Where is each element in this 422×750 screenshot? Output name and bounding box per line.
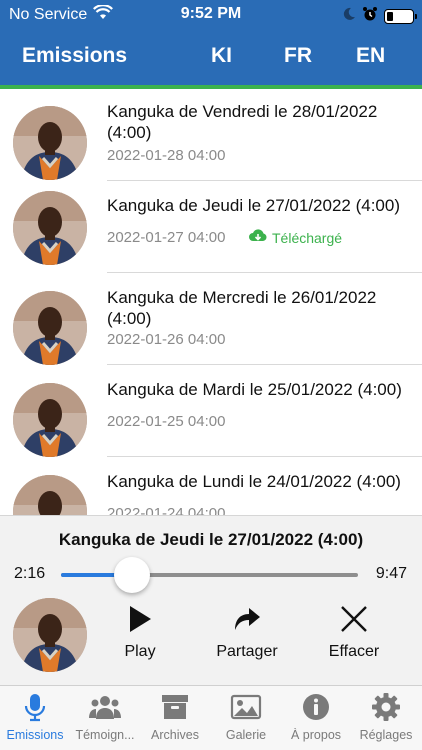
episode-title: Kanguka de Mardi le 25/01/2022 (4:00) bbox=[107, 380, 402, 399]
archive-box-icon bbox=[140, 692, 210, 722]
info-icon bbox=[281, 692, 351, 722]
play-icon bbox=[100, 604, 180, 634]
list-item[interactable]: Kanguka de Lundi le 24/01/2022 (4:00) 20… bbox=[0, 457, 422, 515]
tab-label: À propos bbox=[290, 728, 342, 742]
episode-date: 2022-01-25 04:00 bbox=[107, 413, 226, 430]
people-icon bbox=[70, 692, 140, 722]
battery-level bbox=[387, 12, 393, 21]
tab-label: Galerie bbox=[225, 728, 267, 742]
status-right bbox=[342, 6, 417, 27]
episode-date: 2022-01-26 04:00 bbox=[107, 331, 226, 348]
episode-date: 2022-01-28 04:00 bbox=[107, 147, 226, 164]
progress-slider[interactable] bbox=[61, 557, 358, 593]
tab-label: Emissions bbox=[6, 728, 64, 742]
episode-title: Kanguka de Vendredi le 28/01/2022 (4:00) bbox=[107, 102, 378, 142]
language-en-button[interactable]: EN bbox=[356, 44, 385, 68]
tab-label: Réglages bbox=[359, 728, 413, 742]
play-label: Play bbox=[124, 643, 156, 660]
total-time: 9:47 bbox=[375, 565, 407, 582]
share-label: Partager bbox=[216, 643, 278, 660]
episode-date: 2022-01-27 04:00 bbox=[107, 229, 226, 246]
language-fr-button[interactable]: FR bbox=[284, 44, 312, 68]
tab-temoignages[interactable]: Témoign... bbox=[70, 692, 140, 742]
episode-date: 2022-01-24 04:00 bbox=[107, 505, 226, 515]
cloud-download-icon bbox=[248, 228, 268, 247]
status-bar: No Service 9:52 PM bbox=[0, 0, 422, 30]
tab-archives[interactable]: Archives bbox=[140, 692, 210, 742]
tab-label: Témoign... bbox=[75, 728, 135, 742]
clear-label: Effacer bbox=[328, 643, 380, 660]
avatar bbox=[13, 383, 87, 457]
episode-title: Kanguka de Jeudi le 27/01/2022 (4:00) bbox=[107, 196, 401, 215]
slider-thumb[interactable] bbox=[114, 557, 151, 593]
download-status: Téléchargé bbox=[248, 228, 342, 247]
tab-label: Archives bbox=[151, 728, 199, 742]
tab-a-propos[interactable]: À propos bbox=[281, 692, 351, 742]
close-icon bbox=[314, 604, 394, 634]
tab-bar: Emissions Témoign... Archives Galerie À … bbox=[0, 685, 422, 750]
avatar bbox=[13, 475, 87, 515]
elapsed-time: 2:16 bbox=[14, 565, 46, 582]
image-icon bbox=[211, 692, 281, 722]
episode-title: Kanguka de Lundi le 24/01/2022 (4:00) bbox=[107, 472, 401, 491]
download-label: Téléchargé bbox=[272, 229, 343, 246]
avatar bbox=[13, 191, 87, 265]
nav-bar: Emissions KI FR EN bbox=[0, 30, 422, 85]
play-button[interactable]: Play bbox=[100, 604, 180, 670]
alarm-icon bbox=[362, 6, 378, 27]
battery-icon bbox=[384, 9, 417, 24]
avatar bbox=[13, 291, 87, 365]
now-playing-title: Kanguka de Jeudi le 27/01/2022 (4:00) bbox=[58, 530, 364, 549]
avatar bbox=[13, 106, 87, 180]
episode-title: Kanguka de Mercredi le 26/01/2022 (4:00) bbox=[107, 288, 377, 328]
language-ki-button[interactable]: KI bbox=[211, 44, 232, 68]
gear-icon bbox=[351, 692, 421, 722]
list-item[interactable]: Kanguka de Jeudi le 27/01/2022 (4:00) 20… bbox=[0, 181, 422, 273]
now-playing-avatar bbox=[13, 598, 87, 672]
episode-list[interactable]: Kanguka de Vendredi le 28/01/2022 (4:00)… bbox=[0, 89, 422, 515]
tab-emissions[interactable]: Emissions bbox=[0, 692, 70, 742]
list-item[interactable]: Kanguka de Vendredi le 28/01/2022 (4:00)… bbox=[0, 89, 422, 181]
clear-button[interactable]: Effacer bbox=[314, 604, 394, 670]
list-item[interactable]: Kanguka de Mardi le 25/01/2022 (4:00) 20… bbox=[0, 365, 422, 457]
tab-reglages[interactable]: Réglages bbox=[351, 692, 421, 742]
moon-icon bbox=[342, 7, 356, 26]
tab-galerie[interactable]: Galerie bbox=[211, 692, 281, 742]
share-icon bbox=[207, 604, 287, 634]
page-title: Emissions bbox=[22, 44, 128, 67]
audio-player: Kanguka de Jeudi le 27/01/2022 (4:00) 2:… bbox=[0, 515, 422, 685]
list-item[interactable]: Kanguka de Mercredi le 26/01/2022 (4:00)… bbox=[0, 273, 422, 365]
share-button[interactable]: Partager bbox=[207, 604, 287, 670]
microphone-icon bbox=[0, 692, 70, 722]
